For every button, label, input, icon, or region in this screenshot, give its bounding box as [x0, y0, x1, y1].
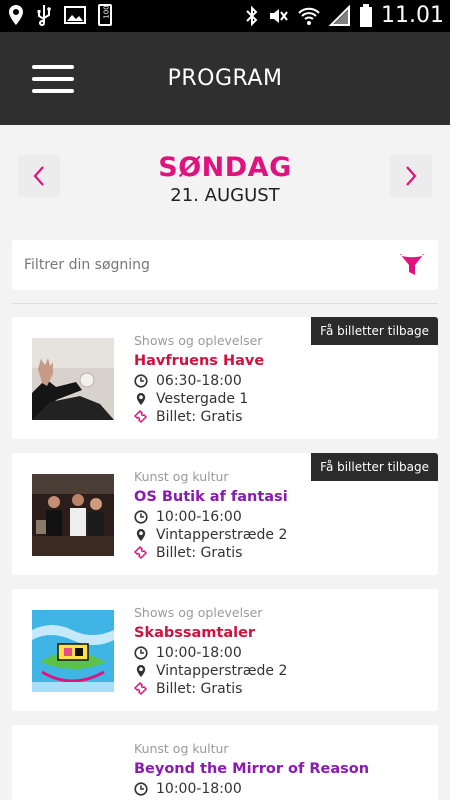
mute-icon — [270, 9, 288, 23]
event-card[interactable]: Kunst og kultur OS Butik af fantasi 10:0… — [12, 453, 438, 575]
event-category: Kunst og kultur — [134, 741, 229, 756]
clock-icon — [134, 374, 148, 388]
bluetooth-icon — [246, 5, 258, 27]
wifi-icon — [298, 7, 320, 25]
battery-level: 100 — [102, 5, 111, 19]
selected-day: SØNDAG — [158, 152, 292, 183]
event-time-row: 10:00-18:00 — [134, 644, 434, 662]
battery-icon — [360, 4, 373, 27]
event-card[interactable]: Kunst og kultur Beyond the Mirror of Rea… — [12, 725, 438, 800]
clock-time: 11.01 — [381, 3, 444, 28]
event-time-row: 10:00-16:00 — [134, 508, 434, 526]
event-info: Shows og oplevelser Skabssamtaler 10:00-… — [134, 605, 434, 698]
event-location-row: Vintapperstræde 2 — [134, 662, 434, 680]
page-title: PROGRAM — [167, 66, 283, 91]
event-info: Shows og oplevelser Havfruens Have 06:30… — [134, 333, 434, 426]
event-location: Vintapperstræde 2 — [156, 663, 288, 679]
event-title: OS Butik af fantasi — [134, 489, 288, 505]
few-tickets-left-badge[interactable]: Få billetter tilbage — [311, 317, 438, 345]
event-time: 06:30-18:00 — [156, 373, 242, 389]
event-card[interactable]: Shows og oplevelser Skabssamtaler 10:00-… — [12, 589, 438, 711]
map-pin-icon — [136, 665, 146, 677]
image-status-icon — [64, 6, 86, 24]
signal-icon — [329, 5, 351, 26]
battery-100-status-icon: 100 — [98, 4, 112, 26]
event-price-row: Billet: Gratis — [134, 408, 434, 426]
event-time: 10:00-16:00 — [156, 509, 242, 525]
divider — [12, 303, 438, 304]
status-bar: 100 11.01 — [0, 0, 450, 32]
few-tickets-left-badge[interactable]: Få billetter tilbage — [311, 453, 438, 481]
event-time-row: 10:00-18:00 — [134, 780, 434, 798]
event-price: Billet: Gratis — [156, 409, 243, 425]
selected-date: 21. AUGUST — [170, 185, 280, 206]
ticket-icon — [134, 682, 148, 696]
event-image — [32, 474, 114, 556]
event-location-row: Vintapperstræde 2 — [134, 526, 434, 544]
event-title: Havfruens Have — [134, 353, 265, 369]
event-info: Kunst og kultur Beyond the Mirror of Rea… — [134, 741, 434, 798]
event-time: 10:00-18:00 — [156, 781, 242, 797]
status-bar-left: 100 — [8, 4, 112, 26]
event-info: Kunst og kultur OS Butik af fantasi 10:0… — [134, 469, 434, 562]
status-bar-right: 11.01 — [245, 2, 444, 30]
date-selector: SØNDAG 21. AUGUST — [0, 140, 450, 220]
ticket-icon — [134, 546, 148, 560]
app-header: PROGRAM — [0, 32, 450, 125]
location-status-icon — [9, 5, 23, 25]
event-location-row: Vestergade 1 — [134, 390, 434, 408]
next-day-button[interactable] — [390, 155, 432, 197]
event-price-row: Billet: Gratis — [134, 680, 434, 698]
search-bar — [12, 240, 438, 290]
map-pin-icon — [136, 393, 146, 405]
usb-status-icon — [37, 5, 51, 26]
event-image — [32, 610, 114, 692]
event-price: Billet: Gratis — [156, 545, 243, 561]
clock-icon — [134, 646, 148, 660]
event-title: Beyond the Mirror of Reason — [134, 761, 370, 777]
event-location: Vintapperstræde 2 — [156, 527, 288, 543]
event-price-row: Billet: Gratis — [134, 544, 434, 562]
event-time: 10:00-18:00 — [156, 645, 242, 661]
search-input[interactable] — [24, 240, 384, 290]
event-image — [32, 338, 114, 420]
clock-icon — [134, 782, 148, 796]
clock-icon — [134, 510, 148, 524]
chevron-right-icon — [406, 166, 417, 186]
ticket-icon — [134, 410, 148, 424]
event-category: Shows og oplevelser — [134, 605, 263, 620]
event-card[interactable]: Shows og oplevelser Havfruens Have 06:30… — [12, 317, 438, 439]
event-time-row: 06:30-18:00 — [134, 372, 434, 390]
map-pin-icon — [136, 529, 146, 541]
event-price: Billet: Gratis — [156, 681, 243, 697]
funnel-icon[interactable] — [398, 251, 426, 279]
event-location: Vestergade 1 — [156, 391, 249, 407]
event-title: Skabssamtaler — [134, 625, 256, 641]
